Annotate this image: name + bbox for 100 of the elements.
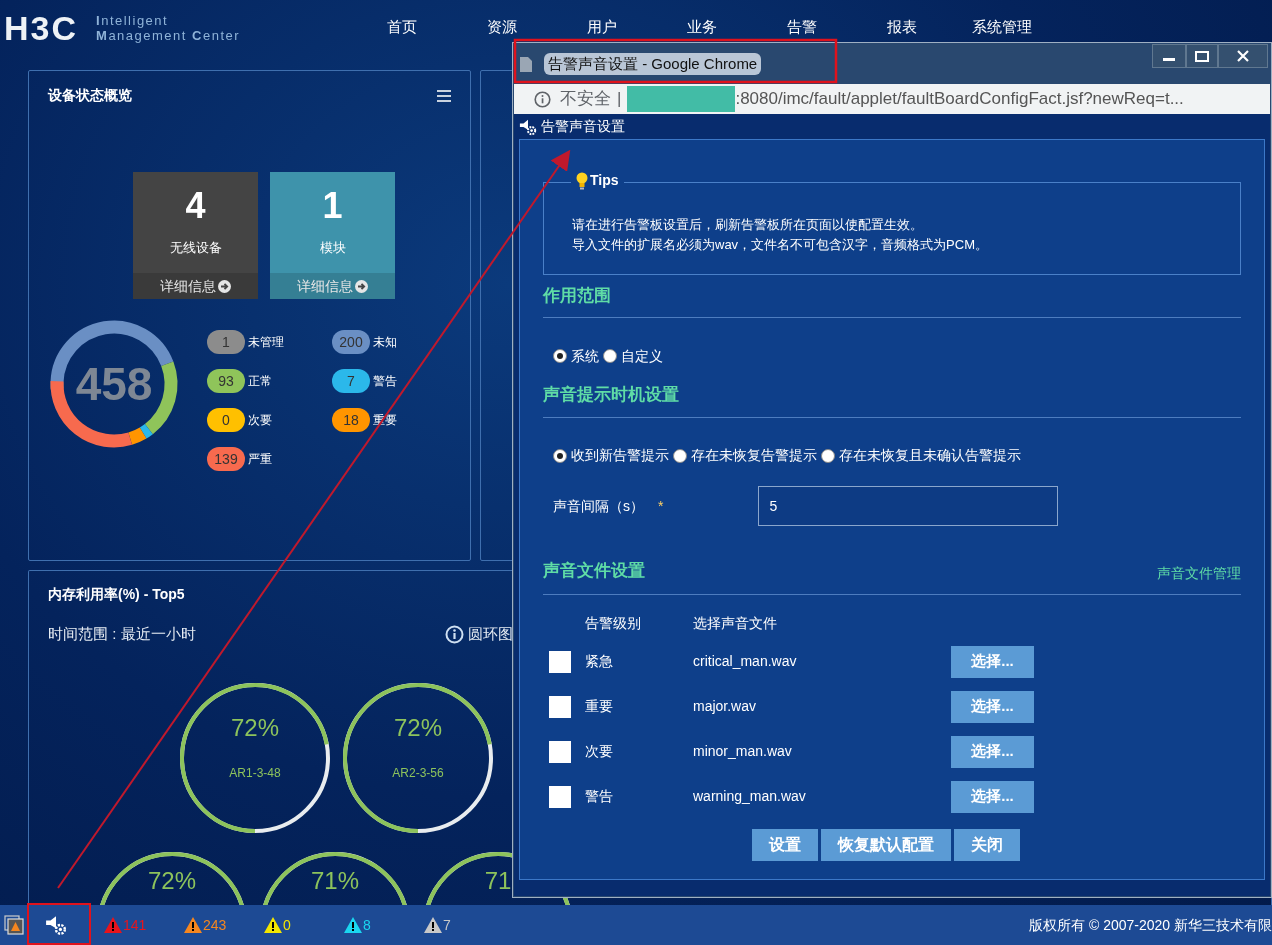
speaker-gear-icon xyxy=(45,914,67,936)
url-text: :8080/imc/fault/applet/faultBoardConfigFact.jsf?newReq=t... xyxy=(735,88,1184,111)
nav-item[interactable]: 系统管理 xyxy=(952,16,1053,39)
checkbox[interactable] xyxy=(549,650,571,673)
alarm-count[interactable]: 0 xyxy=(283,914,291,936)
legend-label: 未管理 xyxy=(248,334,284,351)
nav-item[interactable]: 报表 xyxy=(852,16,953,39)
radio-option[interactable]: 自定义 xyxy=(603,345,663,367)
product-name: Management Center xyxy=(96,27,241,43)
nav-item[interactable]: 首页 xyxy=(352,16,453,39)
alarm-level: 次要 xyxy=(585,742,614,761)
column-header: 选择声音文件 xyxy=(693,613,777,633)
nav-item[interactable]: 用户 xyxy=(552,16,653,39)
legend-label: 警告 xyxy=(373,373,397,390)
panel-title: 设备状态概览 xyxy=(48,86,132,105)
info-icon[interactable] xyxy=(534,90,551,108)
section-heading: 声音文件设置 xyxy=(543,560,645,582)
legend-label: 未知 xyxy=(373,334,397,351)
tile-count: 4 xyxy=(185,184,206,228)
chart-toggle[interactable]: 圆环图 xyxy=(445,623,513,646)
radio-option[interactable]: 系统 xyxy=(553,345,599,367)
close-icon xyxy=(1237,50,1249,62)
radio-icon[interactable] xyxy=(603,349,617,363)
checkbox[interactable] xyxy=(549,695,571,718)
address-bar[interactable]: 不安全 | :8080/imc/fault/applet/faultBoardConfigFact.jsf?newReq=t... xyxy=(514,84,1270,114)
radio-icon[interactable] xyxy=(673,448,687,463)
gauge-percent: 72% xyxy=(147,868,196,893)
minimize-button[interactable] xyxy=(1152,44,1186,68)
alarm-count[interactable]: 7 xyxy=(443,914,451,936)
tile-count: 1 xyxy=(322,184,343,228)
alarm-level: 重要 xyxy=(585,697,614,716)
tips-title: Tips xyxy=(590,171,619,190)
menu-icon[interactable] xyxy=(437,89,451,102)
gauge-label: AR1-3-48 xyxy=(229,764,281,782)
gauge-percent: 72% xyxy=(230,715,279,740)
checkbox[interactable] xyxy=(549,785,571,808)
radio-option[interactable]: 存在未恢复告警提示 xyxy=(673,445,817,466)
legend-label: 严重 xyxy=(248,451,272,468)
page-icon xyxy=(520,56,532,72)
tile-label: 无线设备 xyxy=(169,239,222,257)
security-label: 不安全 xyxy=(560,88,611,111)
radio-icon[interactable] xyxy=(553,448,567,463)
nav-item[interactable]: 资源 xyxy=(452,16,553,39)
count-pill: 7 xyxy=(332,369,370,393)
sound-file: warning_man.wav xyxy=(693,787,807,806)
legend-label: 次要 xyxy=(248,412,272,429)
count-pill: 1 xyxy=(207,330,245,354)
arrow-circle-icon xyxy=(218,279,231,293)
section-heading: 作用范围 xyxy=(543,286,611,305)
field-label: 声音间隔（s） xyxy=(553,496,645,516)
count-pill: 0 xyxy=(207,408,245,432)
time-range: 时间范围 : 最近一小时 xyxy=(48,624,196,644)
radio-icon[interactable] xyxy=(821,448,835,463)
maximize-icon xyxy=(1195,50,1209,62)
nav-item[interactable]: 告警 xyxy=(752,16,853,39)
highlight-frame xyxy=(27,903,91,945)
gauge-percent: 71% xyxy=(310,868,359,893)
separator: | xyxy=(617,88,622,111)
manage-link[interactable]: 声音文件管理 xyxy=(1157,562,1241,584)
minimize-icon xyxy=(1163,58,1175,61)
maximize-button[interactable] xyxy=(1186,44,1218,68)
windows-icon[interactable] xyxy=(4,915,24,935)
close-button[interactable] xyxy=(1218,44,1268,68)
speaker-gear-icon xyxy=(519,117,537,136)
lightbulb-icon xyxy=(576,171,588,191)
radio-option[interactable]: 存在未恢复且未确认告警提示 xyxy=(821,445,1021,466)
gauge-percent: 72% xyxy=(393,715,442,740)
info-icon xyxy=(445,624,464,644)
alarm-count[interactable]: 8 xyxy=(363,914,371,936)
legend-label: 正常 xyxy=(248,373,272,390)
count-pill: 18 xyxy=(332,408,370,432)
checkbox[interactable] xyxy=(549,740,571,763)
product-name: Intelligent xyxy=(96,12,170,28)
sound-file: major.wav xyxy=(693,697,758,716)
copyright: 版权所有 © 2007-2020 新华三技术有限 xyxy=(1029,915,1272,935)
section-heading: 声音提示时机设置 xyxy=(543,384,679,404)
nav-item[interactable]: 业务 xyxy=(652,16,753,39)
radio-option[interactable]: 收到新告警提示 xyxy=(553,445,669,466)
count-pill: 139 xyxy=(207,447,245,471)
column-header: 告警级别 xyxy=(585,613,642,633)
page-title: 告警声音设置 xyxy=(541,117,625,136)
alarm-level: 紧急 xyxy=(585,652,614,671)
gauge-percent: 71 xyxy=(484,868,512,893)
panel-title: 内存利用率(%) - Top5 xyxy=(48,585,186,604)
tips-text: 导入文件的扩展名必须为wav，文件名不可包含汉字，音频格式为PCM。 xyxy=(572,236,989,254)
total-count: 458 xyxy=(75,356,153,412)
details-link[interactable]: 详细信息 xyxy=(133,273,258,299)
tile-label: 模块 xyxy=(319,239,346,257)
details-link[interactable]: 详细信息 xyxy=(270,273,395,299)
alarm-level: 警告 xyxy=(585,787,614,806)
tips-text: 请在进行告警板设置后，刷新告警板所在页面以使配置生效。 xyxy=(572,216,924,234)
count-pill: 93 xyxy=(207,369,245,393)
sound-file: critical_man.wav xyxy=(693,652,798,671)
radio-icon[interactable] xyxy=(553,349,567,363)
gauge-label: AR2-3-56 xyxy=(392,764,444,782)
interval-field[interactable]: 5 xyxy=(758,486,1059,526)
arrow-circle-icon xyxy=(355,279,368,293)
window-title: 告警声音设置 - Google Chrome xyxy=(544,52,762,76)
count-pill: 200 xyxy=(332,330,370,354)
sound-file: minor_man.wav xyxy=(693,742,793,761)
